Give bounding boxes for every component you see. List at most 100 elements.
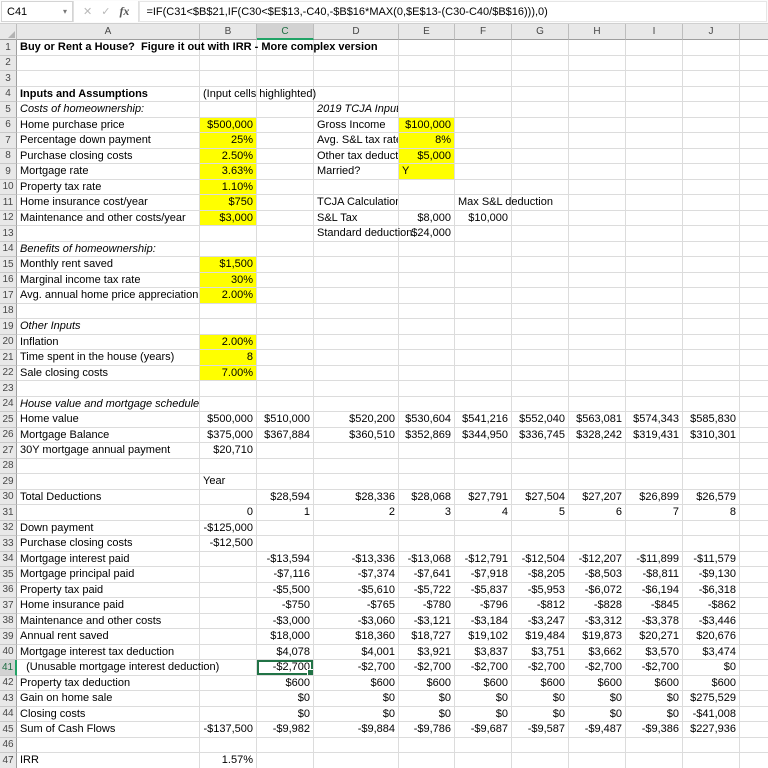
row-header-1[interactable]: 1 [0,40,17,56]
cell-E15[interactable] [399,257,455,273]
cell-E21[interactable] [399,350,455,366]
cell-F7[interactable] [455,133,512,149]
row-header-4[interactable]: 4 [0,86,17,102]
cell-B44[interactable] [200,706,257,722]
cell-B3[interactable] [200,71,257,87]
cell-C47[interactable] [257,753,314,768]
cell-G34[interactable]: -$12,504 [512,551,569,567]
cell-I4[interactable] [626,86,683,102]
insert-function-icon[interactable]: fx [119,4,129,19]
cell-J30[interactable]: $26,579 [683,489,740,505]
cell-D3[interactable] [314,71,399,87]
cell-B37[interactable] [200,598,257,614]
row-header-7[interactable]: 7 [0,133,17,149]
cell-A5[interactable]: Costs of homeownership: [17,102,200,118]
cell-E17[interactable] [399,288,455,304]
cell-G20[interactable] [512,334,569,350]
cell-G4[interactable] [512,86,569,102]
cell-J16[interactable] [683,272,740,288]
cell-H17[interactable] [569,288,626,304]
cell-C10[interactable] [257,179,314,195]
cell-I16[interactable] [626,272,683,288]
cell-H41[interactable]: -$2,700 [569,660,626,676]
cell-H16[interactable] [569,272,626,288]
cell-G40[interactable]: $3,751 [512,644,569,660]
cell-E9[interactable]: Y [399,164,455,180]
cell-G16[interactable] [512,272,569,288]
cell-E36[interactable]: -$5,722 [399,582,455,598]
cell-I30[interactable]: $26,899 [626,489,683,505]
cell-D14[interactable] [314,241,399,257]
cell-H42[interactable]: $600 [569,675,626,691]
cell-D26[interactable]: $360,510 [314,427,399,443]
cell-H38[interactable]: -$3,312 [569,613,626,629]
row-header-41[interactable]: 41 [0,660,17,676]
cell-C2[interactable] [257,55,314,71]
cell-F18[interactable] [455,303,512,319]
cell-F8[interactable] [455,148,512,164]
row-header-16[interactable]: 16 [0,272,17,288]
cell-G43[interactable]: $0 [512,691,569,707]
cell-D41[interactable]: -$2,700 [314,660,399,676]
cell-B34[interactable] [200,551,257,567]
cell-H7[interactable] [569,133,626,149]
cell-F22[interactable] [455,365,512,381]
cell-A13[interactable] [17,226,200,242]
cell-I44[interactable]: $0 [626,706,683,722]
cell-E18[interactable] [399,303,455,319]
row-header-11[interactable]: 11 [0,195,17,211]
column-header-B[interactable]: B [200,24,257,40]
cell-A1[interactable]: Buy or Rent a House? Figure it out with … [17,40,378,56]
row-header-25[interactable]: 25 [0,412,17,428]
cell-E44[interactable]: $0 [399,706,455,722]
cell-J47[interactable] [683,753,740,768]
cell-D22[interactable] [314,365,399,381]
cell-B35[interactable] [200,567,257,583]
cell-H35[interactable]: -$8,503 [569,567,626,583]
cell-D39[interactable]: $18,360 [314,629,399,645]
cell-G30[interactable]: $27,504 [512,489,569,505]
cell-C46[interactable] [257,737,314,753]
cell-I45[interactable]: -$9,386 [626,722,683,738]
cell-H5[interactable] [569,102,626,118]
cell-D27[interactable] [314,443,399,459]
cell-J44[interactable]: -$41,008 [683,706,740,722]
cell-G9[interactable] [512,164,569,180]
row-header-42[interactable]: 42 [0,675,17,691]
cell-E46[interactable] [399,737,455,753]
cell-H13[interactable] [569,226,626,242]
cell-F39[interactable]: $19,102 [455,629,512,645]
cell-E40[interactable]: $3,921 [399,644,455,660]
cell-G41[interactable]: -$2,700 [512,660,569,676]
cell-H9[interactable] [569,164,626,180]
cell-J2[interactable] [683,55,740,71]
cell-I39[interactable]: $20,271 [626,629,683,645]
cell-I15[interactable] [626,257,683,273]
cell-I25[interactable]: $574,343 [626,412,683,428]
cell-J9[interactable] [683,164,740,180]
cell-D29[interactable] [314,474,399,490]
cell-B27[interactable]: $20,710 [200,443,257,459]
cell-E29[interactable] [399,474,455,490]
row-header-12[interactable]: 12 [0,210,17,226]
cell-J1[interactable] [683,40,740,56]
cell-A34[interactable]: Mortgage interest paid [17,551,200,567]
cell-D40[interactable]: $4,001 [314,644,399,660]
cell-C6[interactable] [257,117,314,133]
cell-E35[interactable]: -$7,641 [399,567,455,583]
cell-C28[interactable] [257,458,314,474]
cell-A6[interactable]: Home purchase price [17,117,200,133]
cell-C32[interactable] [257,520,314,536]
cell-F31[interactable]: 4 [455,505,512,521]
cell-B20[interactable]: 2.00% [200,334,257,350]
cell-J21[interactable] [683,350,740,366]
cell-E6[interactable]: $100,000 [399,117,455,133]
cell-D12[interactable]: S&L Tax [314,210,399,226]
row-header-38[interactable]: 38 [0,613,17,629]
cell-J33[interactable] [683,536,740,552]
cell-C12[interactable] [257,210,314,226]
cell-B25[interactable]: $500,000 [200,412,257,428]
select-all-corner[interactable] [0,24,17,40]
cell-A41[interactable]: (Unusable mortgage interest deduction) [17,660,219,676]
cell-H32[interactable] [569,520,626,536]
